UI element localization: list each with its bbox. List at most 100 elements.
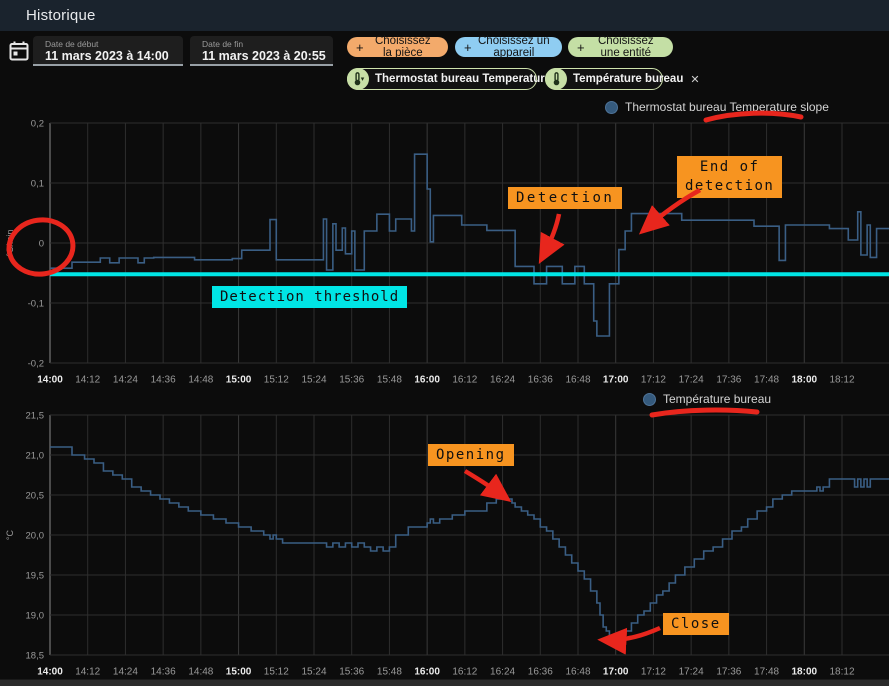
- svg-text:14:00: 14:00: [37, 375, 63, 386]
- svg-text:16:48: 16:48: [565, 375, 590, 386]
- svg-text:21,5: 21,5: [26, 411, 45, 422]
- svg-text:17:36: 17:36: [716, 375, 741, 386]
- svg-text:14:24: 14:24: [113, 375, 138, 386]
- svg-text:-0,1: -0,1: [28, 299, 44, 310]
- svg-text:15:24: 15:24: [301, 375, 326, 386]
- svg-text:15:48: 15:48: [377, 667, 402, 678]
- svg-text:16:00: 16:00: [414, 375, 440, 386]
- calendar-icon-svg: [7, 39, 31, 63]
- svg-text:19,5: 19,5: [26, 571, 45, 582]
- svg-text:°C: °C: [5, 529, 15, 540]
- svg-text:16:12: 16:12: [452, 667, 477, 678]
- svg-text:0,2: 0,2: [31, 119, 44, 130]
- svg-text:15:36: 15:36: [339, 375, 364, 386]
- svg-text:16:36: 16:36: [528, 667, 553, 678]
- plus-icon: +: [464, 41, 472, 54]
- svg-text:14:36: 14:36: [151, 667, 176, 678]
- plus-icon: +: [356, 41, 364, 54]
- svg-text:14:48: 14:48: [188, 667, 213, 678]
- app-header: Historique: [0, 0, 889, 31]
- end-date-field[interactable]: Date de fin 11 mars 2023 à 20:55: [190, 36, 333, 66]
- svg-text:17:24: 17:24: [679, 375, 704, 386]
- legend-dot-icon: [643, 393, 656, 406]
- plus-icon: +: [577, 41, 585, 54]
- chip-label: Température bureau: [573, 73, 683, 85]
- svg-text:14:24: 14:24: [113, 667, 138, 678]
- svg-text:17:48: 17:48: [754, 375, 779, 386]
- svg-text:20,5: 20,5: [26, 491, 45, 502]
- end-detection-annotation-label: End of detection: [677, 156, 782, 198]
- svg-text:14:36: 14:36: [151, 375, 176, 386]
- chart2-legend[interactable]: Température bureau: [643, 392, 771, 406]
- svg-text:16:36: 16:36: [528, 375, 553, 386]
- svg-text:0: 0: [39, 239, 44, 250]
- svg-text:14:12: 14:12: [75, 375, 100, 386]
- svg-text:15:24: 15:24: [301, 667, 326, 678]
- svg-text:19,0: 19,0: [26, 611, 45, 622]
- horizontal-scrollbar[interactable]: [0, 679, 889, 686]
- threshold-annotation-label: Detection threshold: [212, 286, 407, 308]
- thermometer-icon: ▾: [347, 68, 369, 90]
- svg-text:16:24: 16:24: [490, 667, 515, 678]
- svg-text:17:12: 17:12: [641, 667, 666, 678]
- choose-entity-button[interactable]: + Choisissez une entité: [568, 37, 673, 57]
- temperature-chart[interactable]: 14:00 14:12 14:24 14:36 14:48 15:00 15:12 15:24…: [0, 388, 889, 680]
- chart2-legend-label: Température bureau: [663, 392, 771, 406]
- start-date-label: Date de début: [45, 39, 183, 49]
- choose-area-button[interactable]: + Choisissez la pièce: [347, 37, 448, 57]
- svg-text:16:24: 16:24: [490, 375, 515, 386]
- svg-text:14:12: 14:12: [75, 667, 100, 678]
- calendar-icon[interactable]: [7, 39, 31, 63]
- page-title: Historique: [26, 7, 96, 24]
- svg-text:18:00: 18:00: [791, 667, 817, 678]
- thermometer-icon-svg: [551, 72, 562, 86]
- svg-text:15:48: 15:48: [377, 375, 402, 386]
- svg-text:0,1: 0,1: [31, 179, 44, 190]
- svg-text:17:00: 17:00: [603, 667, 629, 678]
- svg-text:21,0: 21,0: [26, 451, 45, 462]
- svg-text:18:12: 18:12: [829, 375, 854, 386]
- chevron-down-icon: ▾: [361, 76, 365, 83]
- choose-device-label: Choisissez un appareil: [478, 35, 550, 59]
- series-line: [50, 447, 889, 639]
- history-page: Historique Date de début 11 mars 2023 à …: [0, 0, 889, 686]
- thermometer-icon: [545, 68, 567, 90]
- svg-text:16:48: 16:48: [565, 667, 590, 678]
- svg-text:15:00: 15:00: [226, 667, 252, 678]
- svg-text:17:36: 17:36: [716, 667, 741, 678]
- svg-text:15:12: 15:12: [264, 667, 289, 678]
- entity-chip-thermostat-slope[interactable]: ▾ Thermostat bureau Temperature slope ✕: [347, 68, 537, 90]
- close-annotation-label: Close: [663, 613, 729, 635]
- svg-text:15:36: 15:36: [339, 667, 364, 678]
- end-detection-line1: End of: [685, 158, 774, 177]
- svg-text:-0,2: -0,2: [28, 359, 44, 370]
- legend-dot-icon: [605, 101, 618, 114]
- svg-text:18:00: 18:00: [791, 375, 817, 386]
- opening-annotation-label: Opening: [428, 444, 514, 466]
- choose-entity-label: Choisissez une entité: [591, 35, 661, 59]
- svg-text:16:00: 16:00: [414, 667, 440, 678]
- slope-chart[interactable]: 14:00 14:12 14:24 14:36 14:48 15:00 15:12 15:24…: [0, 96, 889, 388]
- start-date-value: 11 mars 2023 à 14:00: [45, 49, 183, 63]
- svg-text:°C/min: °C/min: [5, 229, 15, 256]
- start-date-field[interactable]: Date de début 11 mars 2023 à 14:00: [33, 36, 183, 66]
- end-date-value: 11 mars 2023 à 20:55: [202, 49, 333, 63]
- svg-text:16:12: 16:12: [452, 375, 477, 386]
- svg-text:14:00: 14:00: [37, 667, 63, 678]
- choose-device-button[interactable]: + Choisissez un appareil: [455, 37, 562, 57]
- svg-text:18,5: 18,5: [26, 651, 45, 662]
- entity-chip-temperature-bureau[interactable]: Température bureau ✕: [545, 68, 663, 90]
- svg-text:17:00: 17:00: [603, 375, 629, 386]
- svg-text:14:48: 14:48: [188, 375, 213, 386]
- chart1-legend-label: Thermostat bureau Temperature slope: [625, 100, 829, 114]
- chart1-legend[interactable]: Thermostat bureau Temperature slope: [605, 100, 829, 114]
- svg-text:17:24: 17:24: [679, 667, 704, 678]
- svg-text:18:12: 18:12: [829, 667, 854, 678]
- svg-text:17:12: 17:12: [641, 375, 666, 386]
- end-date-label: Date de fin: [202, 39, 333, 49]
- choose-area-label: Choisissez la pièce: [370, 35, 436, 59]
- svg-text:15:00: 15:00: [226, 375, 252, 386]
- svg-text:15:12: 15:12: [264, 375, 289, 386]
- svg-text:17:48: 17:48: [754, 667, 779, 678]
- close-icon[interactable]: ✕: [683, 73, 699, 86]
